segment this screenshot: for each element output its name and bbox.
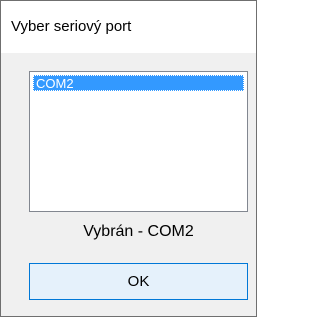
selected-port-status: Vybrán - COM2 (83, 223, 194, 240)
port-list-item[interactable]: COM2 (33, 75, 244, 91)
dialog-content: COM2 Vybrán - COM2 OK (1, 53, 256, 316)
title-bar[interactable]: Vyber seriový port (1, 1, 256, 53)
serial-port-listbox[interactable]: COM2 (29, 71, 248, 212)
dialog-window: Vyber seriový port COM2 Vybrán - COM2 OK (0, 0, 257, 317)
window-title: Vyber seriový port (11, 18, 132, 35)
ok-button[interactable]: OK (29, 263, 248, 300)
